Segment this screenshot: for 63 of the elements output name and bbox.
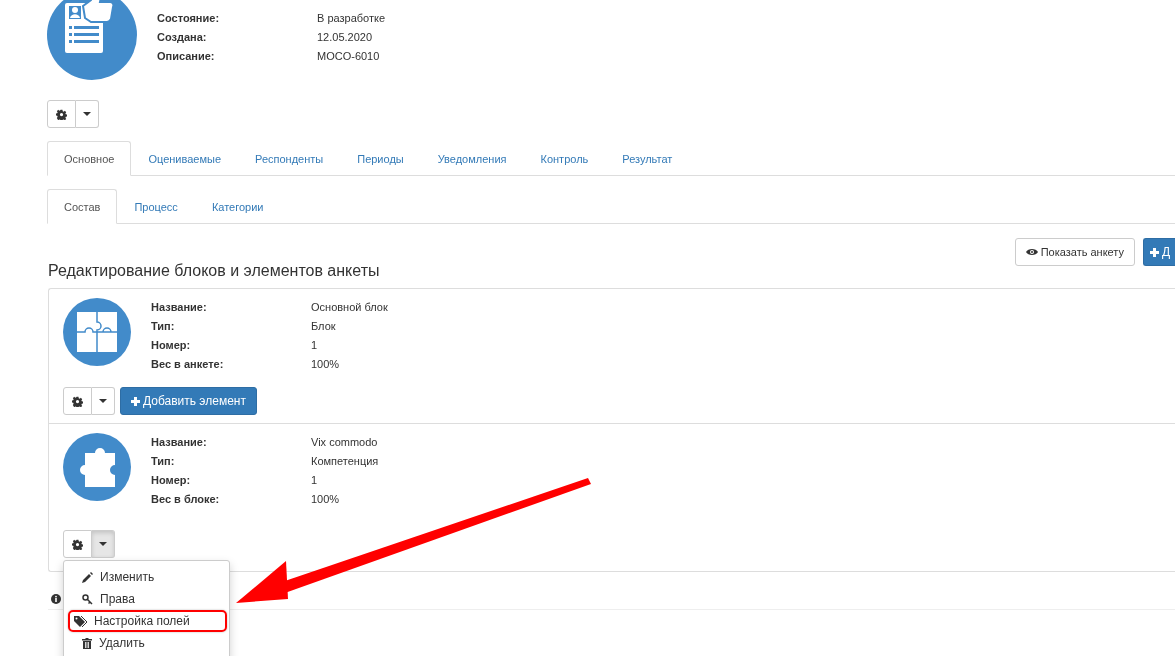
add-element-button[interactable]: Добавить элемент <box>120 387 257 415</box>
menu-item[interactable]: Изменить <box>66 566 227 588</box>
plus-icon <box>131 396 140 406</box>
add-button[interactable]: Д <box>1143 238 1175 266</box>
field-label: Номер: <box>151 473 192 487</box>
menu-item[interactable]: Удалить <box>66 632 227 654</box>
tab[interactable]: Периоды <box>340 141 421 176</box>
field-label: Номер: <box>151 338 192 352</box>
show-form-button[interactable]: Показать анкету <box>1014 238 1135 266</box>
field-value: Блок <box>311 319 337 333</box>
info-icon <box>51 594 61 604</box>
dropdown-toggle[interactable] <box>76 100 99 128</box>
eye-icon <box>1025 248 1038 256</box>
gear-icon <box>72 395 83 407</box>
field-value: 100% <box>311 492 341 506</box>
tab[interactable]: Результат <box>605 141 690 176</box>
caret-icon <box>99 542 107 546</box>
settings-button[interactable] <box>47 100 76 128</box>
puzzle-piece-icon <box>63 433 131 501</box>
field-label: Описание: <box>157 49 216 63</box>
key-icon <box>82 593 93 605</box>
field-value: MOCO-6010 <box>317 49 381 63</box>
settings-button[interactable] <box>63 530 92 558</box>
field-label: Название: <box>151 300 208 314</box>
caret-icon <box>99 399 107 403</box>
tab[interactable]: Уведомления <box>420 141 524 176</box>
profile-thumbs-up-icon <box>47 0 137 80</box>
menu-item[interactable]: Права <box>66 588 227 610</box>
dropdown-toggle[interactable] <box>92 387 115 415</box>
field-label: Вес в блоке: <box>151 492 221 506</box>
pencil-icon <box>82 571 93 583</box>
gear-icon <box>72 538 83 550</box>
plus-icon <box>1150 247 1159 257</box>
gear-icon <box>56 108 67 120</box>
field-value: 1 <box>311 473 319 487</box>
tab[interactable]: Категории <box>194 189 281 224</box>
tab[interactable]: Контроль <box>523 141 606 176</box>
tab[interactable]: Оцениваемые <box>131 141 239 176</box>
field-label: Название: <box>151 435 208 449</box>
caret-icon <box>83 112 91 116</box>
field-label: Состояние: <box>157 11 221 25</box>
field-value: 1 <box>311 338 319 352</box>
tab[interactable]: Процесс <box>117 189 195 224</box>
tab[interactable]: Основное <box>47 141 132 176</box>
section-title: Редактирование блоков и элементов анкеты <box>48 261 380 281</box>
field-value: Компетенция <box>311 454 379 468</box>
tab[interactable]: Состав <box>47 189 118 224</box>
menu-item[interactable]: Настройка полей <box>68 610 227 632</box>
field-label: Вес в анкете: <box>151 357 225 371</box>
trash-icon <box>82 637 92 649</box>
field-value: 12.05.2020 <box>317 30 374 44</box>
field-label: Создана: <box>157 30 208 44</box>
dropdown-toggle[interactable] <box>92 530 115 558</box>
field-label: Тип: <box>151 454 176 468</box>
field-value: Основной блок <box>311 300 388 314</box>
field-value: Vix commodo <box>311 435 379 449</box>
field-value: В разработке <box>317 11 386 25</box>
tags-icon <box>74 615 87 627</box>
field-label: Тип: <box>151 319 176 333</box>
settings-button[interactable] <box>63 387 92 415</box>
field-value: 100% <box>311 357 341 371</box>
puzzle-icon <box>63 298 131 366</box>
tab[interactable]: Респонденты <box>238 141 341 176</box>
